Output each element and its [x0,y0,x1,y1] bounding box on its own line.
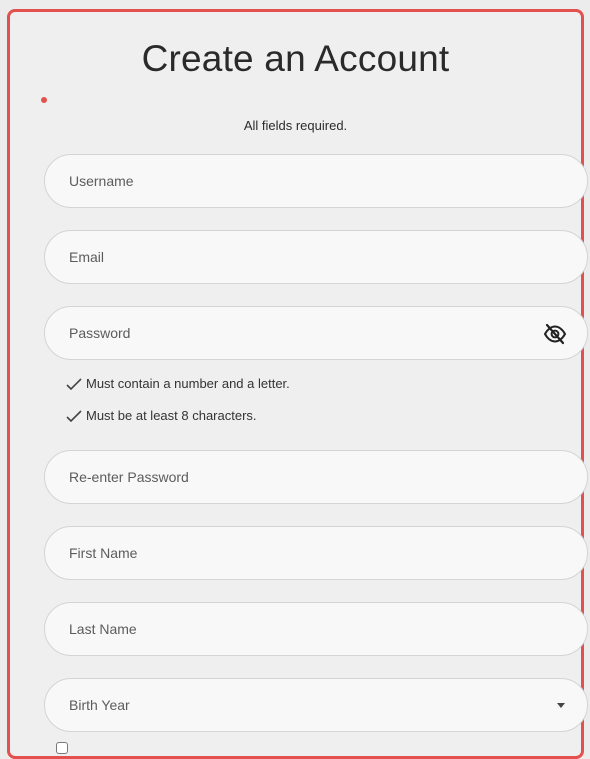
password-rule-text: Must contain a number and a letter. [86,376,290,391]
page-title: Create an Account [141,38,450,79]
eye-off-icon[interactable] [543,322,567,346]
username-placeholder: Username [69,173,134,189]
birth-year-select[interactable]: Birth Year [44,678,588,732]
first-name-field[interactable]: First Name [44,526,588,580]
reenter-password-placeholder: Re-enter Password [69,469,189,485]
required-note: All fields required. [243,118,348,133]
check-icon [66,377,82,390]
username-field[interactable]: Username [44,154,588,208]
last-name-field[interactable]: Last Name [44,602,588,656]
password-rule-length: Must be at least 8 characters. [66,408,257,423]
password-placeholder: Password [69,325,131,341]
last-name-placeholder: Last Name [69,621,137,637]
check-icon [66,409,82,422]
birth-year-placeholder: Birth Year [69,697,130,713]
password-rule-number-letter: Must contain a number and a letter. [66,376,290,391]
email-field[interactable]: Email [44,230,588,284]
checkbox[interactable] [56,742,68,754]
password-field[interactable]: Password [44,306,588,360]
first-name-placeholder: First Name [69,545,138,561]
chevron-down-icon [557,703,565,708]
required-indicator-dot [41,97,47,103]
signup-form: Create an Account All fields required. U… [7,9,588,759]
email-placeholder: Email [69,249,105,265]
reenter-password-field[interactable]: Re-enter Password [44,450,588,504]
password-rule-text: Must be at least 8 characters. [86,408,257,423]
